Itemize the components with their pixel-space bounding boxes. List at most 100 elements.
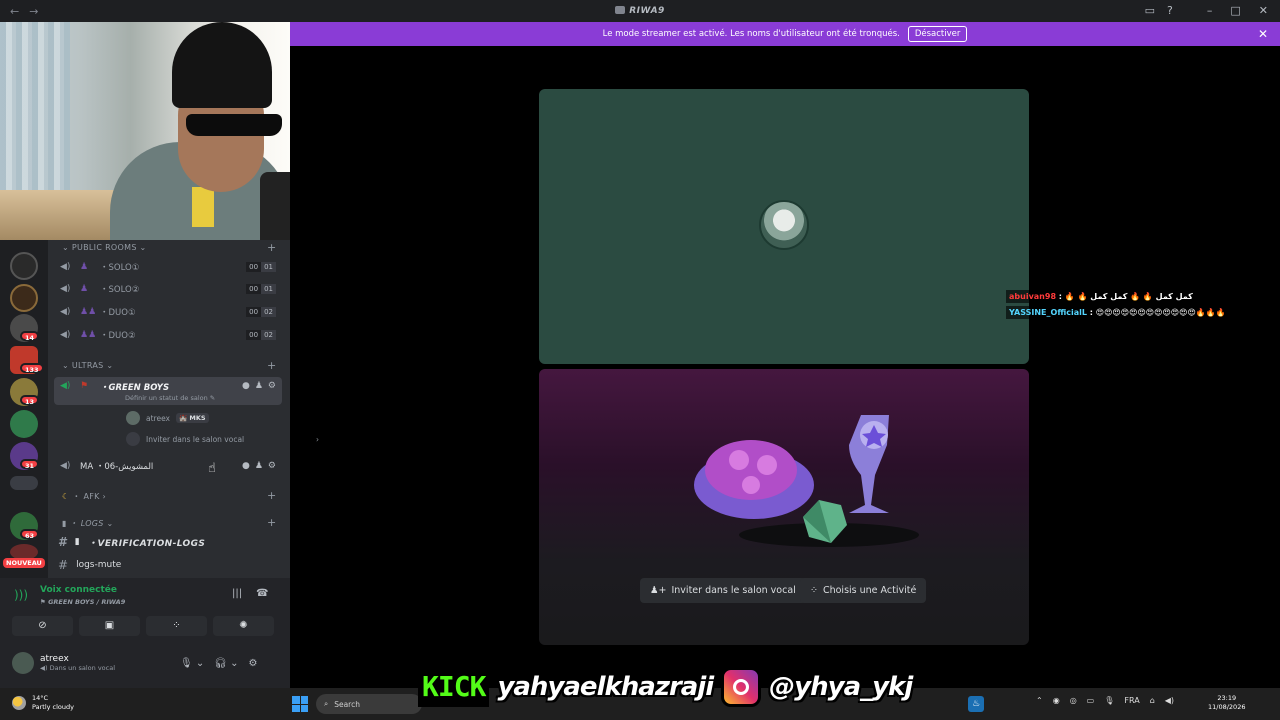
tray-app-icon[interactable]: ◎: [1070, 696, 1077, 705]
network-icon[interactable]: ⌂: [1150, 696, 1155, 705]
chevron-up-icon[interactable]: ⌃: [1036, 696, 1043, 705]
camera-off-button[interactable]: ⊘: [12, 616, 73, 636]
server-icon[interactable]: [10, 410, 38, 438]
user-limit: 00 01: [246, 284, 276, 294]
voice-channel-duo-1[interactable]: ◀) ♟♟ ・DUO① 00 02: [54, 302, 282, 322]
add-user-icon: ♟+: [650, 585, 667, 596]
chat-icon[interactable]: ●: [242, 381, 250, 391]
server-tag: 🏰 MKS: [176, 413, 209, 423]
server-icon[interactable]: [10, 252, 38, 280]
category-public-rooms[interactable]: ⌄ PUBLIC ROOMS ⌄ +: [62, 241, 276, 254]
speaker-icon: ◀): [60, 461, 71, 471]
voice-channel-duo-2[interactable]: ◀) ♟♟ ・DUO② 00 02: [54, 325, 282, 345]
text-channel-logs-mute[interactable]: # logs-mute: [58, 558, 121, 572]
screen-share-button[interactable]: ▣: [79, 616, 140, 636]
taskbar-search[interactable]: ⌕ Search: [316, 694, 422, 714]
avatar: [12, 652, 34, 674]
flag-icon: ⚑: [80, 381, 89, 391]
participant-tile[interactable]: [539, 89, 1029, 364]
server-icon[interactable]: [10, 284, 38, 312]
window-title: RIWA9: [0, 6, 1280, 16]
voice-channel-06[interactable]: ◀) MA ・06-المشويش ● ♟ ⚙: [54, 456, 282, 476]
settings-gear-icon[interactable]: ⚙: [268, 381, 276, 391]
activity-illustration: [694, 415, 919, 547]
voice-channel-solo-2[interactable]: ◀) ♟ ・SOLO② 00 01: [54, 279, 282, 299]
kick-handle: yahyaelkhazraji: [496, 671, 715, 703]
streamer-mode-banner: Le mode streamer est activé. Les noms d'…: [290, 22, 1280, 46]
maximize-button[interactable]: □: [1230, 4, 1240, 17]
close-window-button[interactable]: ✕: [1259, 4, 1268, 17]
shell-spot-shape: [729, 450, 749, 470]
person-icon: ♟: [80, 284, 89, 294]
voice-location[interactable]: ⚑ GREEN BOYS / RIWA9: [40, 598, 125, 606]
disconnect-icon[interactable]: ☎: [256, 588, 268, 599]
soundboard-button[interactable]: ✺: [213, 616, 274, 636]
volume-icon[interactable]: ◀): [1165, 696, 1174, 705]
noise-suppression-icon[interactable]: |||: [232, 588, 242, 599]
streamer-glasses: [186, 114, 282, 136]
category-logs[interactable]: ▮ ・ LOGS ⌄ +: [62, 516, 276, 529]
signal-icon: ))): [14, 588, 29, 602]
user-status: ◀) Dans un salon vocal: [40, 664, 115, 672]
microphone-image: [260, 172, 290, 240]
help-icon[interactable]: ?: [1167, 4, 1173, 17]
speaker-icon: ◀): [60, 307, 71, 317]
tray-app-icon[interactable]: ◉: [1053, 696, 1060, 705]
channel-status[interactable]: Définir un statut de salon ✎: [125, 394, 215, 402]
voice-channel-solo-1[interactable]: ◀) ♟ ・SOLO① 00 01: [54, 257, 282, 277]
hash-icon: #: [58, 558, 69, 572]
user-panel[interactable]: atreex ◀) Dans un salon vocal: [12, 652, 115, 674]
steam-app-icon[interactable]: ♨: [968, 696, 984, 712]
voice-status[interactable]: Voix connectée: [40, 585, 117, 595]
activities-button[interactable]: ⁘: [146, 616, 207, 636]
stream-chat-overlay: abuivan98 : 🔥 🔥 كمل كمل 🔥 🔥 كمل كمل YASS…: [1006, 290, 1280, 322]
new-badge: NOUVEAU: [3, 558, 45, 568]
disable-streamer-button[interactable]: Désactiver: [907, 26, 968, 42]
partly-cloudy-icon: [12, 696, 26, 710]
language-indicator[interactable]: FRA: [1124, 696, 1139, 705]
invite-user-icon[interactable]: ♟: [255, 381, 263, 391]
microphone-tray-icon[interactable]: 🎙︎: [1104, 696, 1114, 705]
tray-app-icon[interactable]: ▭: [1087, 696, 1095, 705]
channel-list: ⌄ PUBLIC ROOMS ⌄ + ◀) ♟ ・SOLO① 00 01 ◀) ♟ ・S…: [48, 240, 319, 578]
add-channel-icon[interactable]: +: [267, 489, 277, 502]
add-channel-icon[interactable]: +: [267, 359, 277, 372]
social-handles-overlay: KICK yahyaelkhazraji @yhya_ykj: [418, 667, 914, 707]
settings-gear-icon[interactable]: ⚙: [268, 461, 276, 471]
streamer-beanie: [172, 22, 272, 108]
streamer-shirt: [192, 187, 214, 227]
banner-close-icon[interactable]: ✕: [1258, 27, 1268, 41]
text-channel-verification-logs[interactable]: # ▮ ・VERIFICATION-LOGS: [58, 535, 205, 549]
category-ultras[interactable]: ⌄ ULTRAS ⌄ +: [62, 359, 276, 372]
microphone-icon[interactable]: 🎙︎ ⌄: [180, 658, 204, 669]
mention-badge: 14: [20, 331, 40, 342]
category-afk[interactable]: ☾ ・ AFK › +: [62, 489, 276, 502]
user-settings-gear-icon[interactable]: ⚙: [249, 658, 258, 669]
voice-action-buttons: ⊘ ▣ ⁘ ✺: [12, 616, 274, 636]
inbox-icon[interactable]: ▭: [1145, 4, 1155, 17]
people-icon: ♟♟: [80, 330, 97, 340]
channel-actions: ● ♟ ⚙: [242, 381, 276, 391]
headphones-icon[interactable]: 🎧︎ ⌄: [214, 658, 238, 669]
choose-activity-button[interactable]: ⁘ Choisis une Activité: [800, 578, 927, 603]
user-limit: 00 02: [246, 330, 276, 340]
voice-member[interactable]: atreex 🏰 MKS: [126, 411, 209, 425]
weather-widget[interactable]: 14°C Partly cloudy: [12, 694, 74, 712]
invite-to-voice-button[interactable]: ♟+ Inviter dans le salon vocal: [640, 578, 806, 603]
mouse-cursor-icon: ☝: [208, 461, 216, 476]
start-button[interactable]: [292, 696, 308, 712]
system-tray: ⌃ ◉ ◎ ▭ 🎙︎ FRA ⌂ ◀): [1036, 696, 1174, 705]
add-channel-icon[interactable]: +: [267, 516, 277, 529]
title-bar: ← → RIWA9 ▭ ? – □ ✕: [0, 0, 1280, 22]
minimize-button[interactable]: –: [1207, 4, 1213, 17]
chat-message: YASSINE_OfficialL : 😍😍😍😍😍😍😍😍😍😍😍😍🔥🔥🔥: [1006, 306, 1280, 319]
speaker-icon: ◀): [60, 381, 71, 391]
server-folder-icon[interactable]: [10, 476, 38, 490]
invite-user-icon[interactable]: ♟: [255, 461, 263, 471]
invite-to-voice-row[interactable]: Inviter dans le salon vocal ›: [126, 432, 319, 446]
speaker-icon: ◀): [60, 284, 71, 294]
taskbar-clock[interactable]: 23:19 11/08/2026: [1208, 694, 1245, 712]
chat-icon[interactable]: ●: [242, 461, 250, 471]
hash-icon: #: [58, 535, 67, 549]
add-channel-icon[interactable]: +: [267, 241, 277, 254]
